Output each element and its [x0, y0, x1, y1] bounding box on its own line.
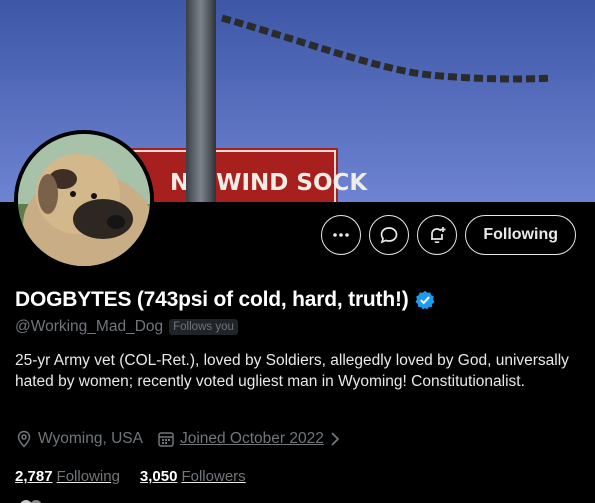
following-count: 2,787 [15, 468, 53, 485]
calendar-icon [158, 432, 174, 447]
handle-row: @Working_Mad_Dog Follows you [15, 318, 238, 336]
joined-text[interactable]: Joined October 2022 [180, 430, 324, 448]
following-stat[interactable]: 2,787 Following [15, 468, 120, 485]
dog-avatar-image [18, 134, 150, 266]
avatar[interactable] [14, 130, 154, 270]
location-text: Wyoming, USA [38, 430, 143, 447]
location-pin-icon [17, 430, 31, 448]
following-label: Following [56, 468, 120, 485]
verified-badge-icon[interactable] [415, 290, 435, 310]
followers-stat[interactable]: 3,050 Followers [140, 468, 246, 485]
follow-stats: 2,787 Following 3,050 Followers [15, 468, 246, 485]
profile-actions: Following [321, 215, 576, 255]
more-icon [333, 233, 350, 237]
chevron-right-icon [331, 432, 340, 446]
followers-label: Followers [181, 468, 246, 485]
bell-plus-icon [431, 227, 446, 243]
profile-bio: 25-yr Army vet (COL-Ret.), loved by Sold… [15, 352, 569, 390]
more-button[interactable] [321, 215, 362, 255]
followers-count: 3,050 [139, 468, 178, 485]
profile-meta: Wyoming, USA Joined October 2022 [15, 430, 341, 448]
notify-button[interactable] [417, 215, 458, 255]
display-name: DOGBYTES (743psi of cold, hard, truth!) [15, 288, 409, 311]
message-button[interactable] [369, 215, 410, 255]
follower-avatars-peek [20, 500, 42, 503]
following-button[interactable]: Following [465, 215, 576, 255]
follows-you-badge: Follows you [169, 319, 238, 335]
message-icon [380, 227, 398, 244]
name-row: DOGBYTES (743psi of cold, hard, truth!) [15, 288, 435, 312]
location: Wyoming, USA [15, 430, 143, 448]
joined-date[interactable]: Joined October 2022 [157, 430, 341, 448]
user-handle: @Working_Mad_Dog [15, 318, 164, 335]
